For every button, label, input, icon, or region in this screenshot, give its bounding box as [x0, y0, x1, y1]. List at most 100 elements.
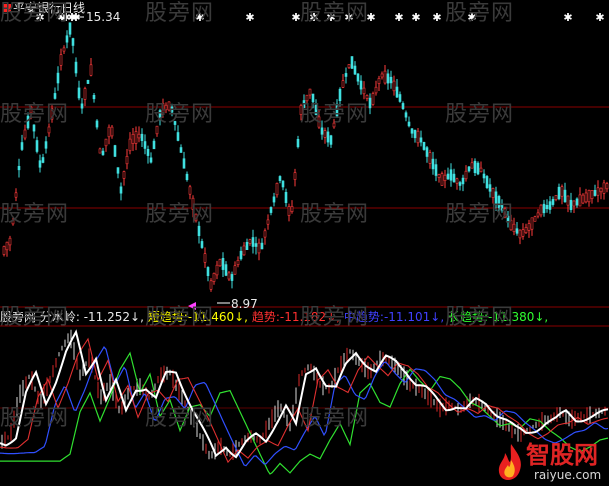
- candle-body: [113, 145, 117, 157]
- candle-body: [95, 120, 99, 128]
- watermark: 股旁网: [145, 406, 215, 431]
- candle-body: [200, 241, 204, 248]
- candle-body: [146, 149, 150, 156]
- candle-body: [266, 219, 270, 225]
- candlestick-series: [2, 22, 609, 292]
- candle-body: [341, 80, 345, 88]
- candle-body: [239, 250, 243, 260]
- candle-body: [488, 184, 492, 192]
- candle-body: [539, 204, 543, 216]
- candle-body: [428, 152, 432, 164]
- candle-body: [542, 203, 546, 214]
- candle-body: [185, 173, 189, 180]
- candle-body: [560, 186, 564, 197]
- watermark: 股旁网: [300, 305, 370, 330]
- candle-body: [137, 133, 141, 139]
- watermark: 股旁网: [445, 102, 515, 127]
- candle-body: [602, 182, 606, 194]
- candle-body: [143, 141, 147, 149]
- candle-body: [155, 125, 159, 135]
- candle-body: [407, 121, 411, 127]
- candle-body: [401, 103, 405, 110]
- candle-body: [353, 65, 357, 75]
- candle-body: [392, 80, 396, 92]
- candle-body: [410, 128, 414, 134]
- candle-body: [482, 173, 486, 179]
- candle-body: [380, 73, 384, 78]
- candle-body: [491, 188, 495, 198]
- candle-body: [98, 148, 102, 154]
- ind-label: 趋势:: [251, 310, 280, 324]
- candle-body: [323, 130, 327, 138]
- candle-body: [203, 253, 207, 263]
- candle-body: [536, 212, 540, 217]
- candle-body: [236, 259, 240, 265]
- candle-body: [554, 195, 558, 200]
- candle-body: [20, 142, 24, 150]
- candle-body: [257, 242, 261, 254]
- candle-body: [377, 78, 381, 84]
- candle-body: [71, 38, 75, 46]
- site-logo[interactable]: 智股网 raiyue.com: [496, 442, 608, 484]
- candle-body: [83, 88, 87, 100]
- candle-body: [425, 147, 429, 157]
- candle-body: [446, 173, 450, 180]
- candle-body: [581, 194, 585, 204]
- candle-body: [371, 93, 375, 105]
- watermark: 股旁网: [445, 202, 515, 227]
- watermark: 股旁网: [300, 202, 370, 227]
- candle-body: [566, 195, 570, 206]
- signal-star-icon: ✱: [394, 11, 403, 24]
- logo-url: raiyue.com: [534, 468, 602, 482]
- flame-icon: [498, 444, 521, 480]
- candle-body: [593, 190, 597, 196]
- watermark: 股旁网: [0, 305, 70, 330]
- candle-body: [278, 176, 282, 181]
- candle-body: [254, 243, 258, 247]
- signal-star-icon: ✱: [563, 11, 572, 24]
- candle-body: [287, 206, 291, 216]
- candle-body: [470, 162, 474, 169]
- candle-body: [596, 187, 600, 196]
- candle-body: [218, 258, 222, 267]
- ind-arrow: ↓,: [234, 310, 248, 324]
- candle-body: [89, 64, 93, 76]
- candle-body: [572, 200, 576, 207]
- candle-body: [605, 183, 609, 190]
- ind-value: -11.252: [83, 310, 131, 324]
- candle-body: [68, 22, 72, 35]
- candle-body: [368, 97, 372, 109]
- watermark: 股旁网: [445, 1, 515, 26]
- candle-body: [527, 223, 531, 231]
- candle-body: [65, 35, 69, 43]
- candle-body: [5, 241, 9, 251]
- candle-body: [416, 130, 420, 144]
- gridlines: [0, 106, 609, 409]
- candle-body: [107, 126, 111, 138]
- watermark: 股旁网: [0, 102, 70, 127]
- candle-body: [101, 150, 105, 156]
- candle-body: [212, 273, 216, 282]
- ind-arrow: ↓,: [430, 310, 445, 324]
- candle-body: [62, 47, 66, 52]
- candle-body: [563, 189, 567, 203]
- candle-body: [398, 94, 402, 102]
- candle-body: [17, 166, 21, 171]
- candle-body: [182, 158, 186, 169]
- candle-body: [59, 54, 63, 66]
- candle-body: [311, 93, 315, 103]
- candle-body: [479, 167, 483, 173]
- candle-body: [413, 129, 417, 139]
- candle-body: [215, 264, 219, 276]
- candle-body: [344, 73, 348, 77]
- candle-body: [242, 245, 246, 256]
- candle-body: [224, 264, 228, 276]
- candle-body: [131, 134, 135, 144]
- candle-body: [473, 160, 477, 173]
- candle-body: [152, 140, 156, 150]
- candle-body: [587, 190, 591, 203]
- candle-body: [431, 158, 435, 170]
- candle-body: [290, 206, 294, 212]
- watermark: 股旁网: [300, 406, 370, 431]
- signal-star-icon: ✱: [595, 11, 604, 24]
